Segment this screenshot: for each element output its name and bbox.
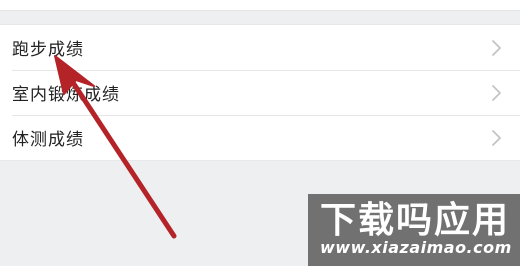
menu-item-label: 室内锻炼成绩 — [12, 85, 120, 105]
menu-item-running-scores[interactable]: 跑步成绩 — [0, 25, 520, 70]
svg-text:下载吗应用: 下载吗应用 — [320, 200, 510, 240]
menu-item-label: 体测成绩 — [12, 130, 84, 150]
top-card-edge — [0, 0, 520, 11]
chevron-right-icon — [486, 128, 506, 148]
menu-item-fitness-test-scores[interactable]: 体测成绩 — [0, 115, 520, 160]
site-watermark: 下载吗应用 www.xiazaimao.com — [308, 194, 520, 266]
watermark-logo: 下载吗应用 — [320, 200, 510, 240]
menu-item-indoor-workout-scores[interactable]: 室内锻炼成绩 — [0, 70, 520, 115]
scores-menu-list: 跑步成绩 室内锻炼成绩 体测成绩 — [0, 24, 520, 161]
chevron-right-icon — [486, 83, 506, 103]
watermark-url: www.xiazaimao.com — [320, 238, 512, 257]
chevron-right-icon — [486, 38, 506, 58]
menu-item-label: 跑步成绩 — [12, 40, 84, 60]
